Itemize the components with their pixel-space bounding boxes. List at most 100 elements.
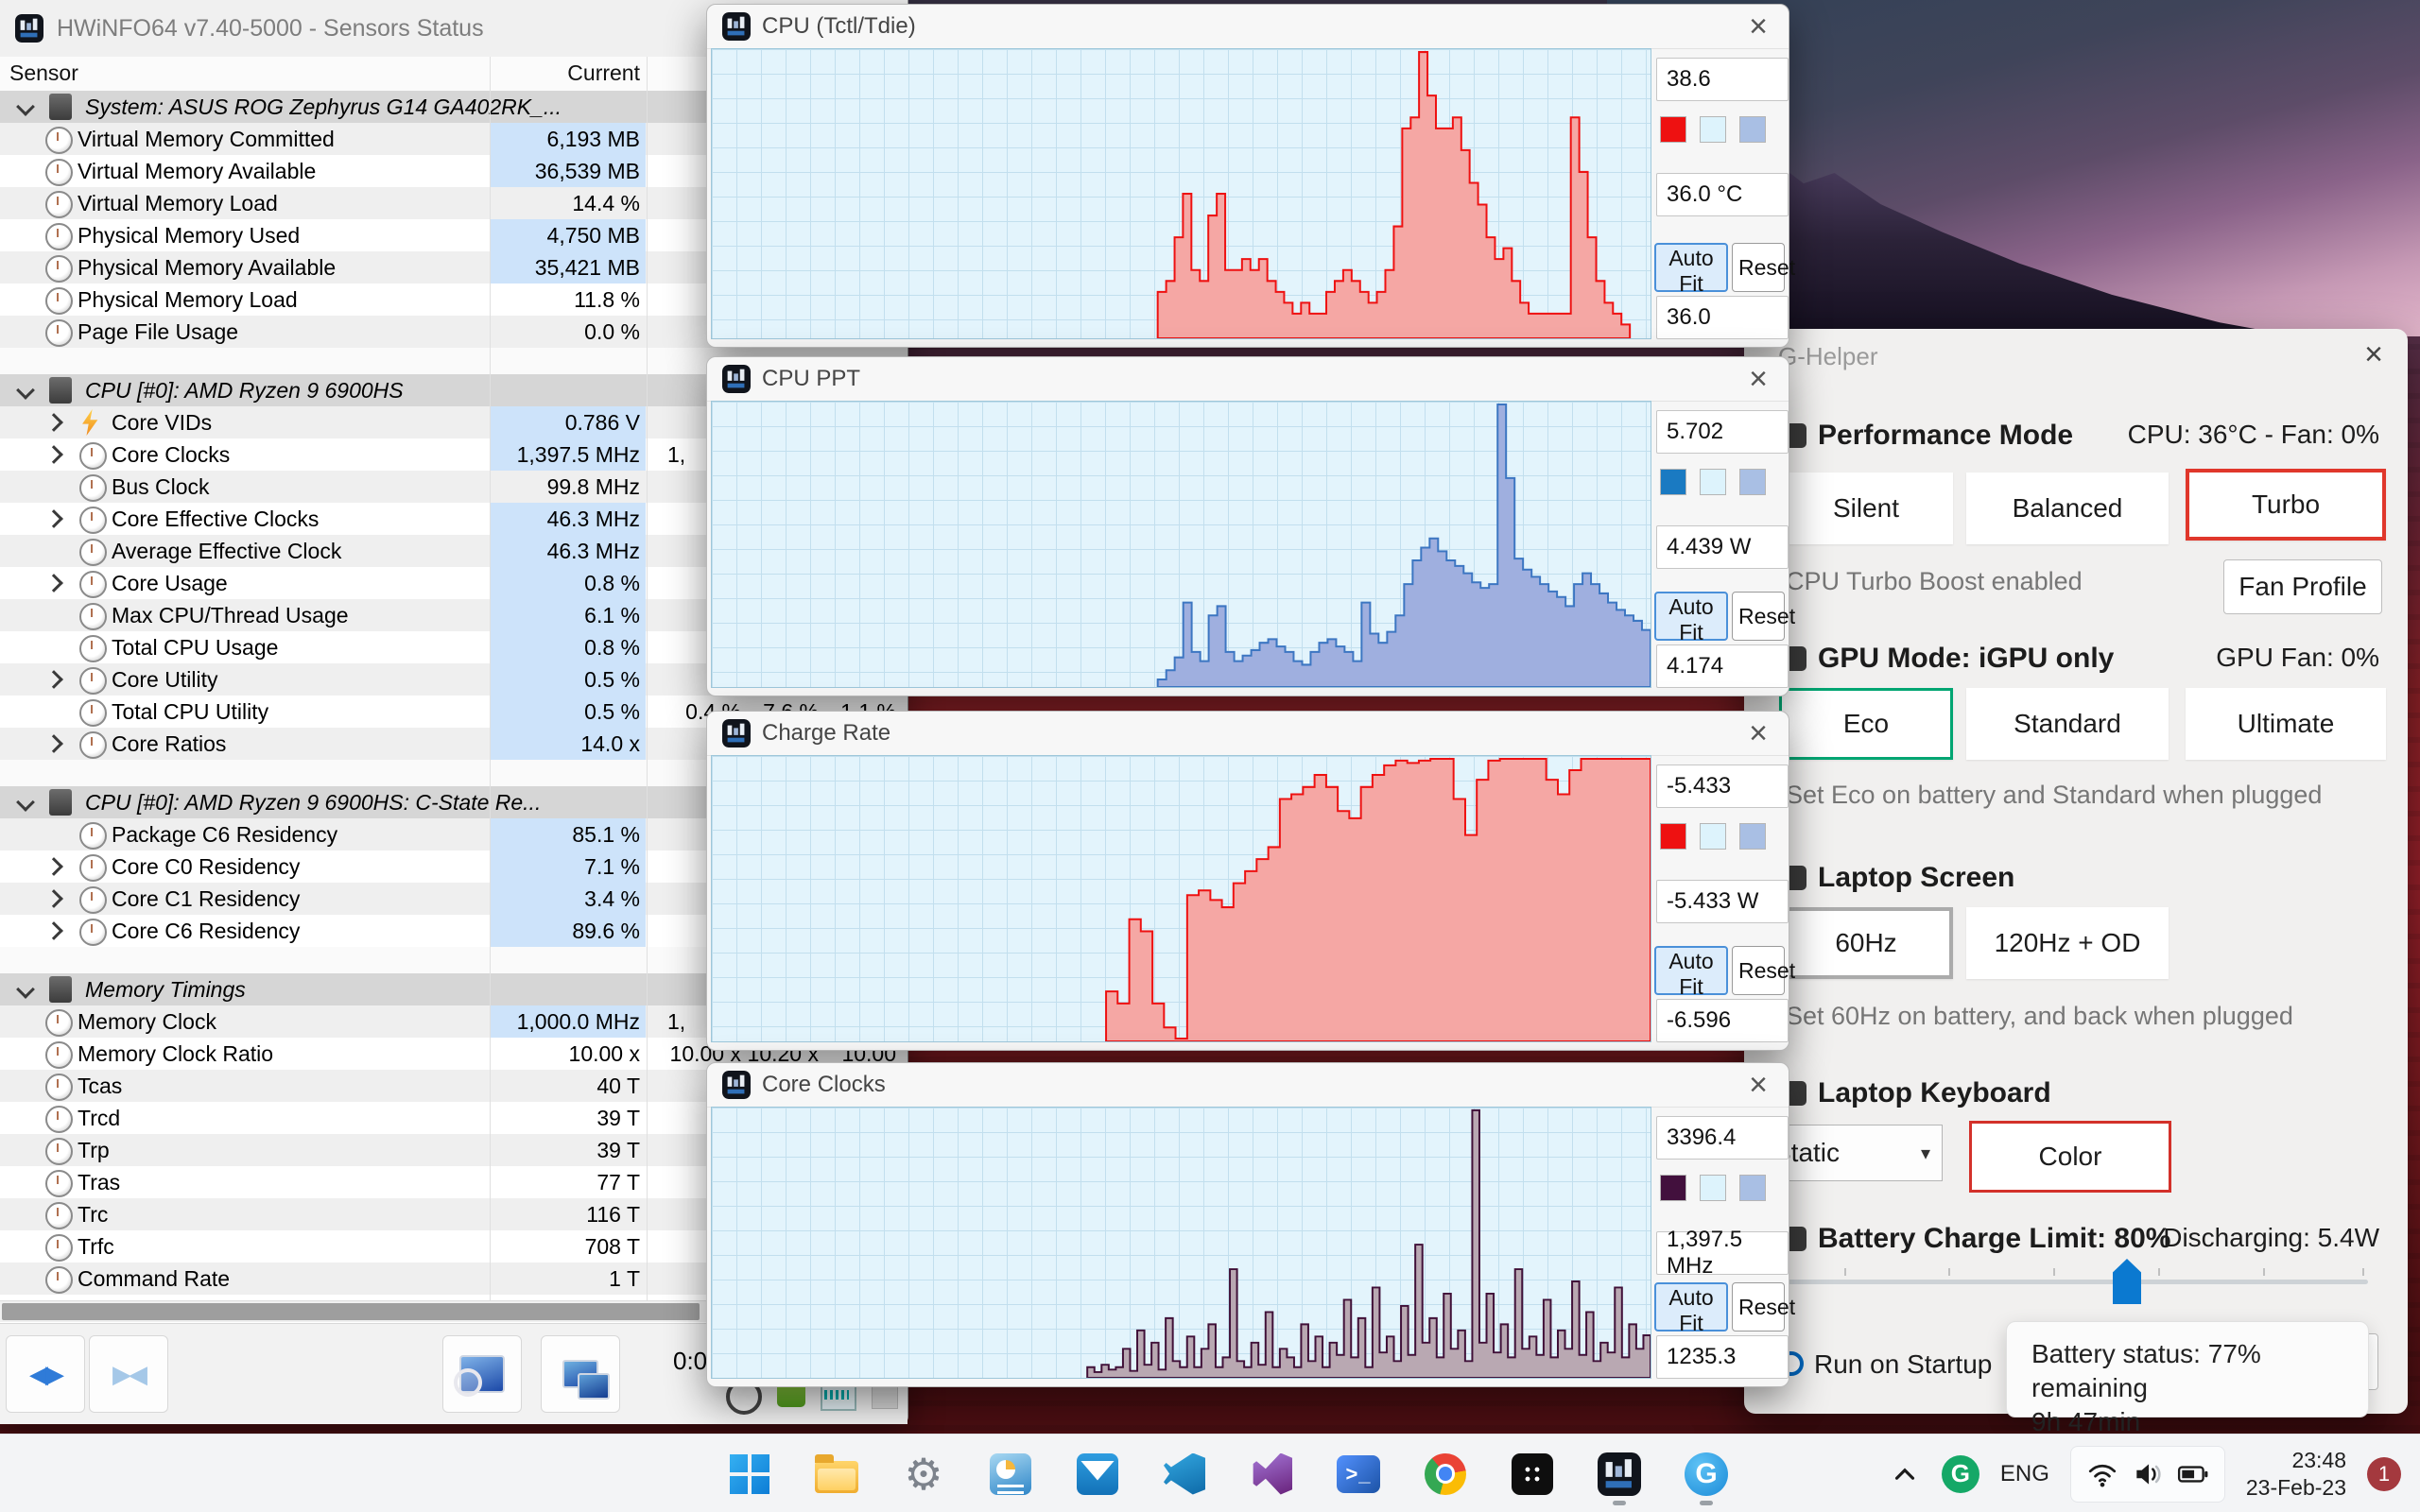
graph-titlebar[interactable]: Core Clocks × (707, 1063, 1789, 1108)
mail-icon[interactable] (1066, 1443, 1129, 1505)
chevron-down-icon[interactable] (16, 381, 35, 400)
background-color-swatch[interactable] (1700, 823, 1726, 850)
grid-color-swatch[interactable] (1739, 823, 1766, 850)
chevron-right-icon[interactable] (44, 857, 63, 876)
keyboard-color-button[interactable]: Color (1969, 1121, 2171, 1193)
chart-color-swatches[interactable] (1660, 469, 1766, 495)
language-indicator[interactable]: ENG (2000, 1461, 2049, 1487)
quick-settings[interactable] (2069, 1445, 2225, 1503)
grid-color-swatch[interactable] (1739, 1175, 1766, 1201)
chevron-right-icon[interactable] (44, 413, 63, 432)
column-divider (647, 57, 648, 1300)
reset-button[interactable]: Reset (1732, 1282, 1795, 1332)
collapse-columns-button[interactable]: ▶◀ (89, 1335, 168, 1413)
remote-monitors-button[interactable] (541, 1335, 620, 1413)
auto-fit-button[interactable]: Auto Fit (1654, 592, 1728, 644)
grid-color-swatch[interactable] (1739, 469, 1766, 495)
standard-gpu-button[interactable]: Standard (1966, 688, 2169, 760)
scrollbar-thumb[interactable] (2, 1303, 700, 1320)
close-icon[interactable]: × (1749, 713, 1768, 753)
chart-color-swatches[interactable] (1660, 823, 1766, 850)
group-label: CPU [#0]: AMD Ryzen 9 6900HS: C-State Re… (85, 790, 542, 815)
chart-color-swatches[interactable] (1660, 1175, 1766, 1201)
auto-fit-button[interactable]: Auto Fit (1654, 946, 1728, 999)
powershell-icon[interactable]: >_ (1327, 1443, 1390, 1505)
graph-titlebar[interactable]: CPU (Tctl/Tdie) × (707, 5, 1789, 49)
column-header-sensor[interactable]: Sensor (9, 60, 78, 86)
fan-profile-button[interactable]: Fan Profile (2223, 559, 2382, 614)
chevron-down-icon[interactable] (16, 97, 35, 116)
series-color-swatch[interactable] (1660, 116, 1686, 143)
clock-icon (79, 539, 107, 566)
auto-fit-button[interactable]: Auto Fit (1654, 243, 1728, 296)
background-color-swatch[interactable] (1700, 116, 1726, 143)
slider-tick (2053, 1268, 2056, 1276)
close-icon[interactable]: × (1749, 1065, 1768, 1105)
clock-icon (79, 822, 107, 850)
series-color-swatch[interactable] (1660, 823, 1686, 850)
sensor-name: Tcas (78, 1074, 123, 1098)
silent-mode-button[interactable]: Silent (1779, 472, 1953, 544)
graph-titlebar[interactable]: CPU PPT × (707, 357, 1789, 402)
reset-button[interactable]: Reset (1732, 243, 1795, 292)
slider-tick (2361, 1268, 2364, 1276)
notification-badge[interactable]: 1 (2367, 1456, 2401, 1491)
chart-color-swatches[interactable] (1660, 116, 1766, 143)
hwinfo-app-icon (722, 365, 751, 393)
sensor-current-value: 36,539 MB (491, 155, 646, 187)
slider-tick (1948, 1268, 1951, 1276)
close-icon[interactable]: × (1749, 359, 1768, 399)
ultimate-gpu-button[interactable]: Ultimate (2186, 688, 2386, 760)
close-icon[interactable]: × (1749, 7, 1768, 46)
hwinfo-taskbar-icon[interactable] (1588, 1443, 1651, 1505)
column-header-current[interactable]: Current (491, 60, 640, 86)
refresh-120hz-button[interactable]: 120Hz + OD (1966, 907, 2169, 979)
slider-thumb[interactable] (2113, 1259, 2141, 1304)
start-button[interactable] (718, 1443, 781, 1505)
monitor-search-button[interactable] (442, 1335, 522, 1413)
grid-color-swatch[interactable] (1739, 116, 1766, 143)
chevron-down-icon[interactable] (16, 793, 35, 812)
grammarly-tray-icon[interactable]: G (1941, 1454, 1979, 1493)
sensor-name: Core C0 Residency (112, 854, 301, 879)
vscode-icon[interactable] (1153, 1443, 1216, 1505)
sensor-name: Page File Usage (78, 319, 239, 344)
chevron-down-icon[interactable] (16, 980, 35, 999)
eco-gpu-button[interactable]: Eco (1779, 688, 1953, 760)
series-color-swatch[interactable] (1660, 1175, 1686, 1201)
chevron-right-icon[interactable] (44, 574, 63, 593)
chevron-right-icon[interactable] (44, 509, 63, 528)
graph-titlebar[interactable]: Charge Rate × (707, 712, 1789, 756)
settings-icon[interactable]: ⚙ (892, 1443, 955, 1505)
chevron-right-icon[interactable] (44, 670, 63, 689)
graph-window-core-clocks: Core Clocks × 3396.4 1,397.5 MHz Auto Fi… (706, 1062, 1795, 1387)
reset-button[interactable]: Reset (1732, 592, 1795, 641)
auto-fit-button[interactable]: Auto Fit (1654, 1282, 1728, 1335)
chevron-right-icon[interactable] (44, 921, 63, 940)
reset-button[interactable]: Reset (1732, 946, 1795, 995)
sensor-name: Trfc (78, 1234, 114, 1259)
refresh-60hz-button[interactable]: 60Hz (1779, 907, 1953, 979)
chevron-right-icon[interactable] (44, 445, 63, 464)
series-color-swatch[interactable] (1660, 469, 1686, 495)
expand-columns-button[interactable]: ◀▶ (6, 1335, 85, 1413)
ghelper-taskbar-icon[interactable]: G (1675, 1443, 1737, 1505)
chevron-right-icon[interactable] (44, 889, 63, 908)
visual-studio-icon[interactable] (1240, 1443, 1303, 1505)
close-icon[interactable]: × (2364, 336, 2383, 373)
background-color-swatch[interactable] (1700, 1175, 1726, 1201)
dots-app-icon[interactable] (1501, 1443, 1564, 1505)
sensor-name: Bus Clock (112, 474, 210, 499)
background-color-swatch[interactable] (1700, 469, 1726, 495)
turbo-mode-button[interactable]: Turbo (2186, 469, 2386, 541)
section-heading: Performance Mode (1818, 420, 2074, 451)
visual-studio-logo-icon (1253, 1452, 1292, 1495)
taskbar-clock[interactable]: 23:48 23-Feb-23 (2246, 1447, 2346, 1502)
chrome-icon[interactable] (1414, 1443, 1477, 1505)
file-explorer-icon[interactable] (805, 1443, 868, 1505)
tray-chevron-up-icon[interactable] (1889, 1458, 1921, 1490)
chevron-right-icon[interactable] (44, 734, 63, 753)
balanced-mode-button[interactable]: Balanced (1966, 472, 2169, 544)
battery-limit-slider[interactable] (1786, 1268, 2368, 1284)
system-monitor-icon[interactable] (979, 1443, 1042, 1505)
